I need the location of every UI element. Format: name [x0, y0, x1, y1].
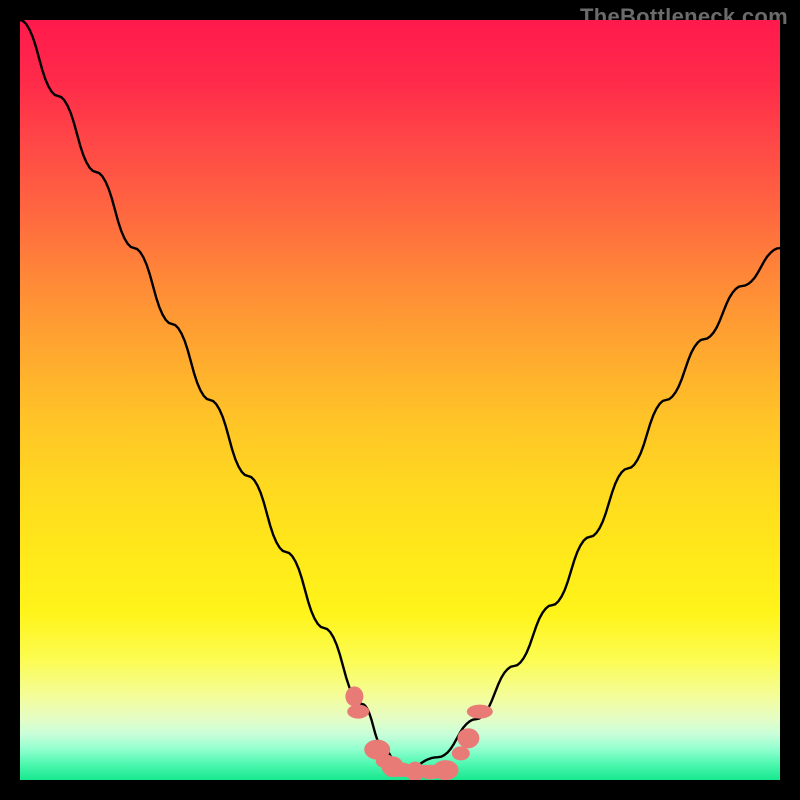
highlight-point	[467, 705, 493, 719]
highlight-point	[457, 728, 479, 748]
highlight-point	[345, 686, 363, 706]
highlight-bar	[385, 765, 446, 777]
bottleneck-curve	[20, 20, 780, 772]
highlight-points-group	[345, 686, 492, 780]
bottleneck-curve-svg	[20, 20, 780, 780]
chart-frame: TheBottleneck.com	[0, 0, 800, 800]
highlight-point	[452, 746, 470, 760]
highlight-point	[347, 705, 369, 719]
plot-area	[20, 20, 780, 780]
